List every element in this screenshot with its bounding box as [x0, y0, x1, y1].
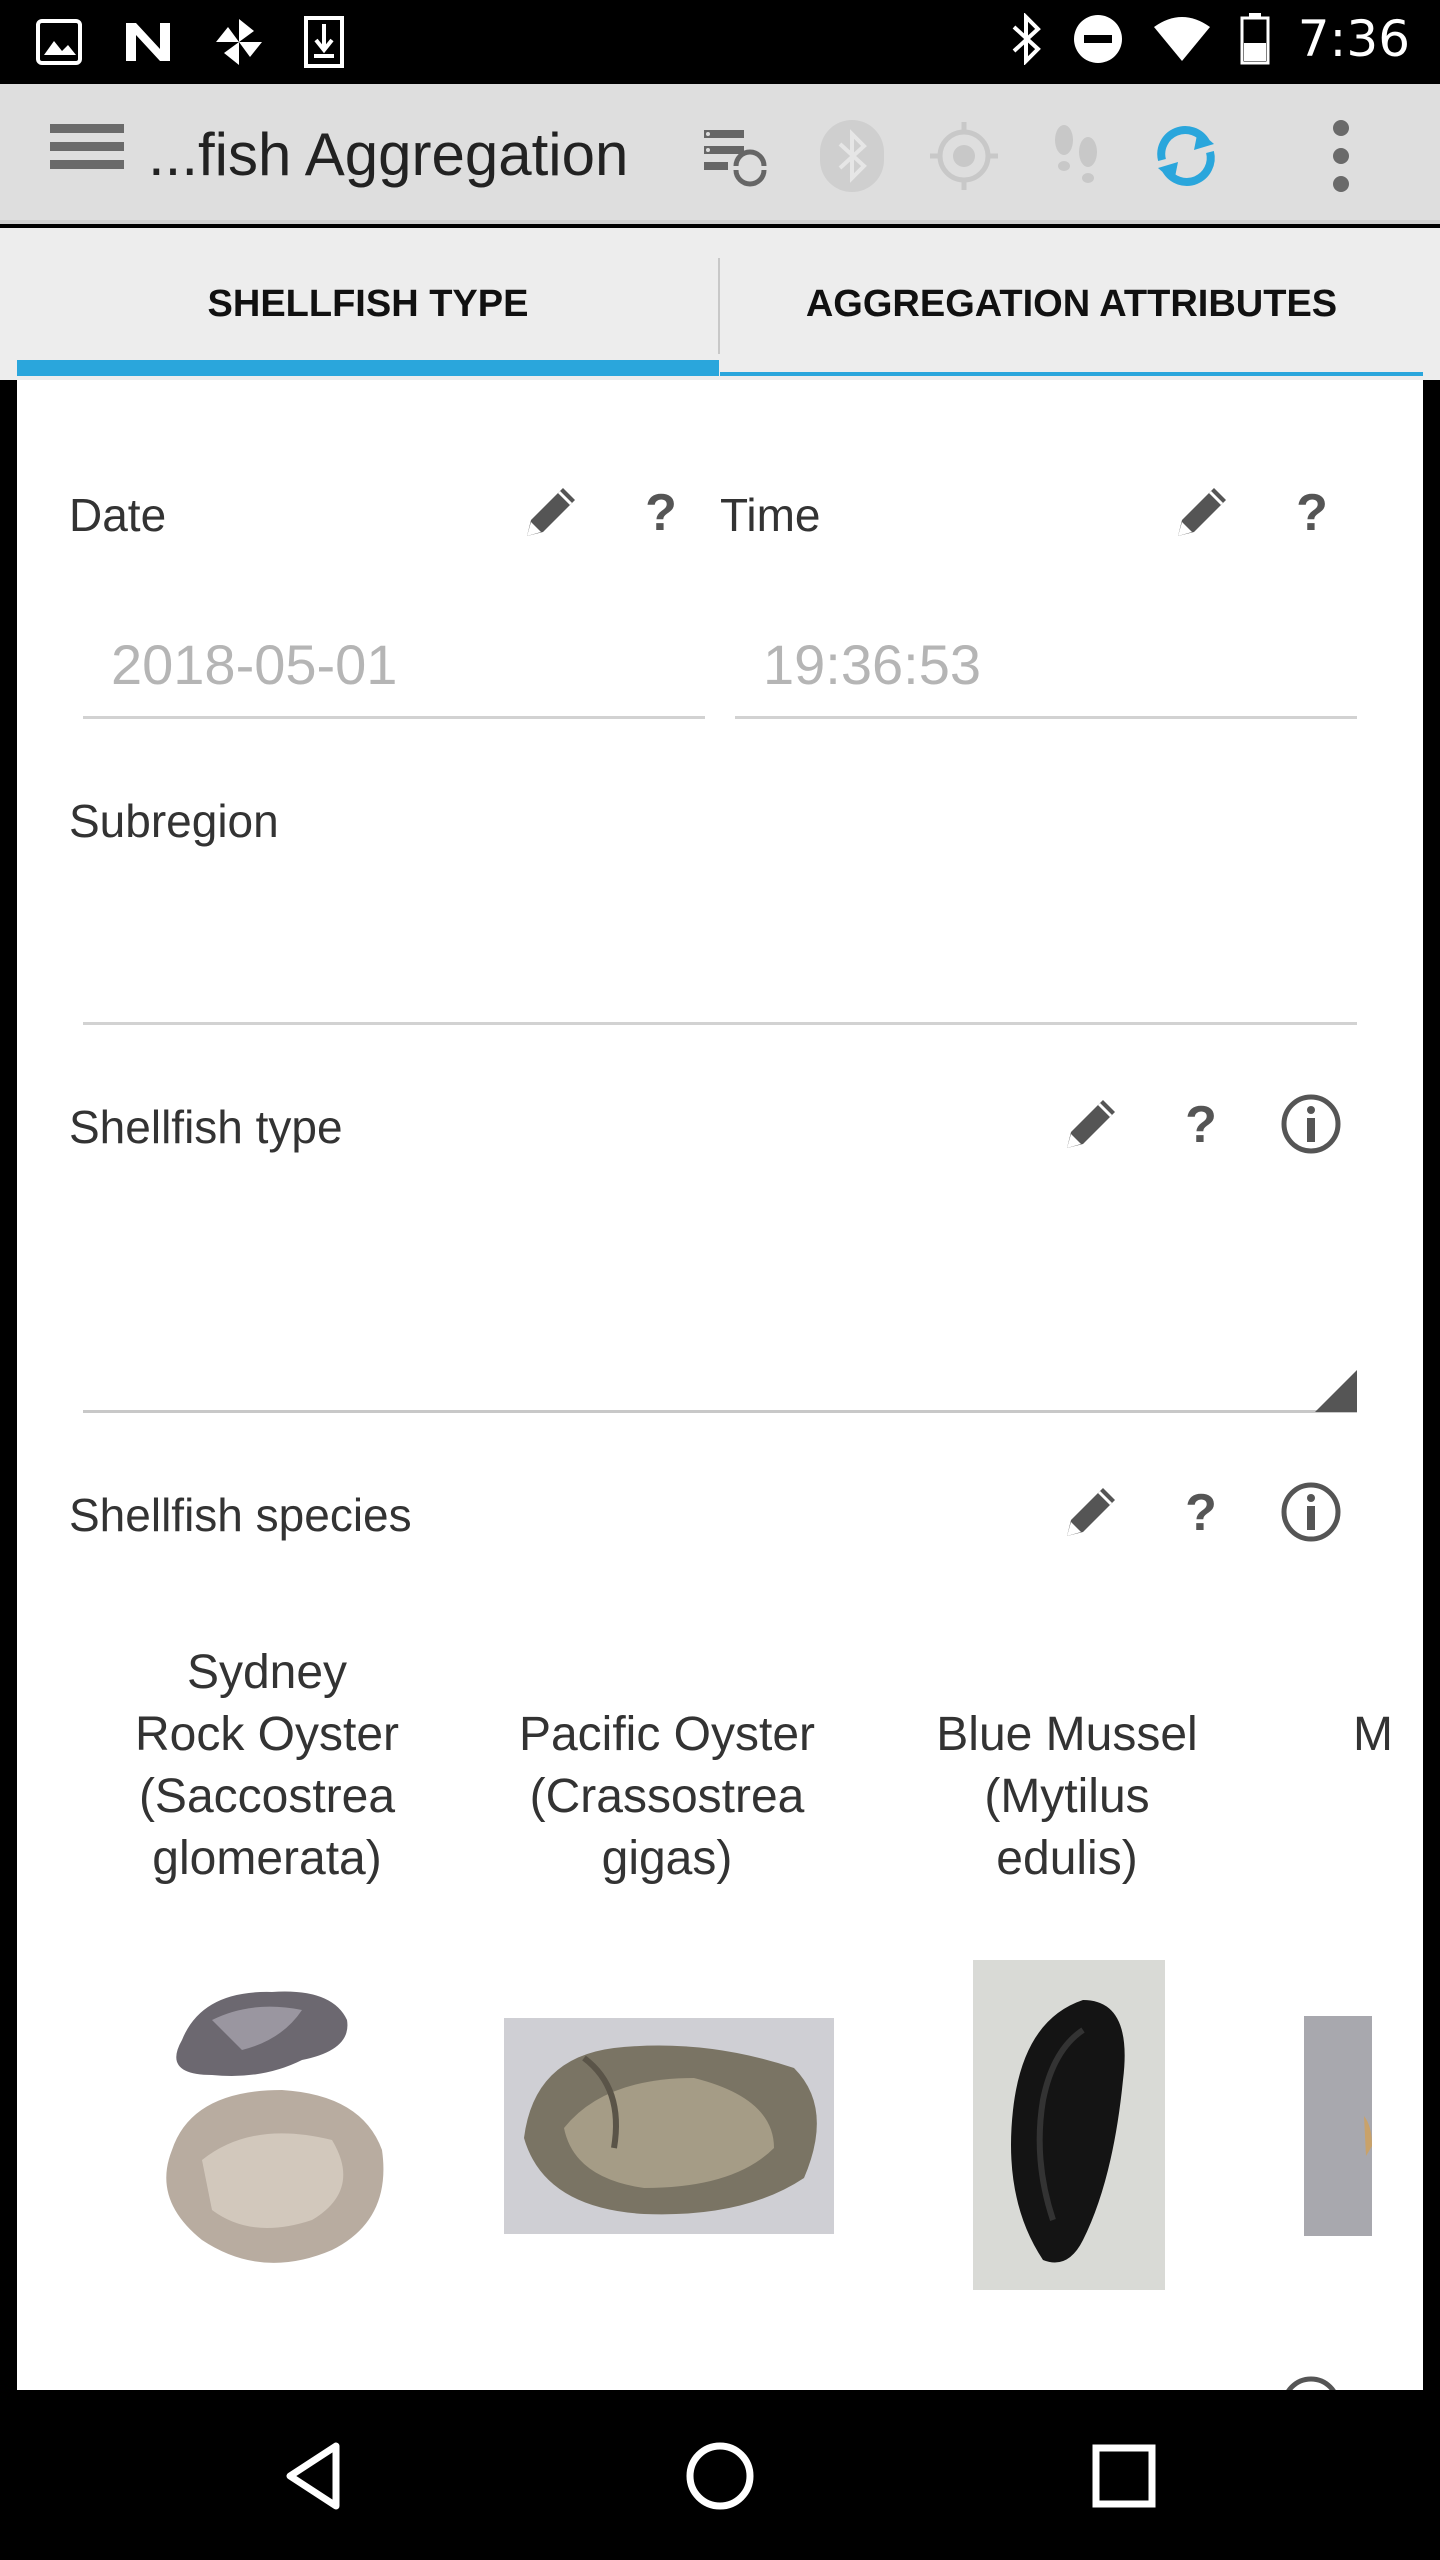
selected-tab-indicator [17, 360, 719, 376]
shellfish-type-label: Shellfish type [69, 1101, 343, 1153]
svg-text:?: ? [645, 484, 677, 542]
sync-icon[interactable] [1150, 120, 1222, 192]
svg-text:?: ? [1296, 484, 1328, 542]
sydney-rock-oyster-image [166, 1991, 384, 2263]
time-field-underline [735, 716, 1357, 719]
status-bar: 7:36 [0, 0, 1440, 84]
shellfish-type-underline [83, 1410, 1357, 1413]
footsteps-icon[interactable] [1040, 120, 1112, 192]
overflow-menu-icon[interactable] [1316, 120, 1366, 192]
species-name: M [1353, 1708, 1393, 1761]
help-icon[interactable]: ? [629, 480, 693, 544]
dropdown-corner-icon[interactable] [1315, 1370, 1357, 1412]
species-name: Pacific Oyster (Crassostrea gigas) [518, 1708, 816, 1885]
time-field[interactable]: 19:36:53 [763, 632, 981, 697]
tab-shellfish-type[interactable]: SHELLFISH TYPE [17, 228, 719, 380]
species-name: Blue Mussel (Mytilus edulis) [936, 1708, 1198, 1885]
info-icon[interactable] [1279, 1092, 1343, 1156]
recents-icon[interactable] [1084, 2436, 1164, 2516]
info-icon[interactable] [1279, 2374, 1343, 2390]
image-icon [36, 19, 82, 65]
pencil-icon[interactable] [1059, 1480, 1123, 1544]
time-label: Time [720, 489, 821, 541]
gps-target-icon[interactable] [928, 120, 1000, 192]
wifi-icon [1153, 17, 1210, 61]
pacific-oyster-image [504, 2018, 834, 2234]
species-name: Sydney Rock Oyster (Saccostrea glomerata… [134, 1646, 400, 1885]
tab-underline [720, 372, 1423, 376]
date-field[interactable]: 2018-05-01 [111, 632, 397, 697]
battery-icon [1240, 13, 1270, 65]
help-icon[interactable]: ? [1280, 480, 1344, 544]
date-label: Date [69, 489, 167, 541]
tab-bar: SHELLFISH TYPE AGGREGATION ATTRIBUTES [0, 228, 1440, 380]
svg-text:?: ? [1185, 1484, 1217, 1542]
subregion-label: Subregion [69, 795, 279, 847]
help-icon[interactable]: ? [1169, 1480, 1233, 1544]
pencil-icon[interactable] [1170, 480, 1234, 544]
help-icon[interactable]: ? [1169, 1092, 1233, 1156]
download-icon [304, 16, 344, 68]
pinwheel-icon [216, 19, 262, 65]
home-icon[interactable] [680, 2436, 760, 2516]
shellfish-type-select[interactable] [83, 1180, 1357, 1408]
shellfish-species-label: Shellfish species [69, 1489, 412, 1541]
subregion-field[interactable] [83, 880, 1357, 1020]
date-field-underline [83, 716, 705, 719]
subregion-field-underline [83, 1022, 1357, 1025]
pencil-icon[interactable] [519, 480, 583, 544]
menu-icon[interactable] [50, 124, 124, 182]
back-icon[interactable] [276, 2436, 356, 2516]
svg-text:?: ? [1185, 1096, 1217, 1154]
page-title: ...fish Aggregation [148, 121, 629, 188]
clock: 7:36 [1297, 10, 1410, 68]
info-icon[interactable] [1279, 1480, 1343, 1544]
n-icon [126, 23, 170, 61]
action-bar: ...fish Aggregation [0, 84, 1440, 224]
pencil-icon[interactable] [1059, 1092, 1123, 1156]
bluetooth-icon [1012, 13, 1041, 65]
tab-aggregation-attributes[interactable]: AGGREGATION ATTRIBUTES [720, 228, 1423, 380]
do-not-disturb-icon [1073, 15, 1122, 63]
blue-mussel-image [973, 1960, 1165, 2290]
form-content: Date ? Time ? 2018-05-01 19:36:53 Subreg… [17, 380, 1423, 2390]
species-4-image [1304, 2016, 1372, 2236]
bluetooth-icon[interactable] [816, 120, 888, 192]
server-sync-icon[interactable] [700, 120, 772, 192]
navigation-bar [0, 2392, 1440, 2560]
